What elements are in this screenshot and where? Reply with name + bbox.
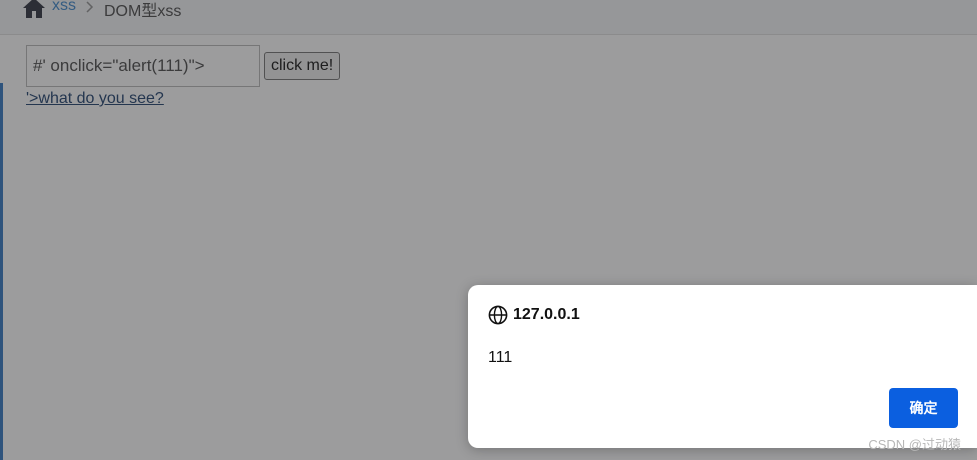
watermark: CSDN @过动猿 xyxy=(868,437,961,452)
globe-icon xyxy=(488,305,508,325)
dialog-message: 111 xyxy=(488,349,513,366)
alert-dialog: 127.0.0.1 111 确定 xyxy=(468,285,977,448)
dialog-origin: 127.0.0.1 xyxy=(513,306,580,323)
ok-button[interactable]: 确定 xyxy=(889,388,958,428)
